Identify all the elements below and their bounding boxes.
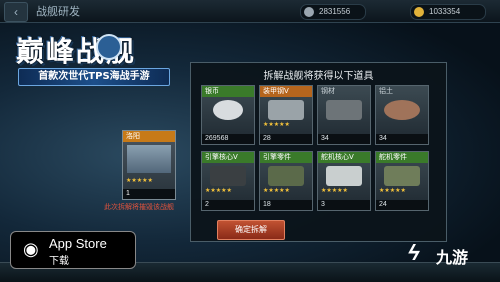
reward-item[interactable]: 舵机核心V ★★★★★ 3: [317, 151, 371, 211]
item-stars: ★★★★★: [205, 188, 232, 194]
page-title: 战舰研发: [36, 5, 80, 18]
download-label: 下载: [49, 256, 69, 267]
item-count: 18: [260, 200, 312, 210]
game-logo: 巅峰战舰 首款次世代TPS海战手游: [12, 30, 172, 90]
item-stars: ★★★★★: [321, 188, 348, 194]
anchor-emblem-icon: [96, 34, 122, 60]
item-name: 引擎零件: [260, 152, 312, 163]
gold-amount: 1033354: [429, 7, 461, 16]
reward-item[interactable]: 舵机零件 ★★★★★ 24: [375, 151, 429, 211]
silver-resource: 2831556: [300, 4, 366, 20]
steel-icon: [326, 100, 362, 120]
item-count: 3: [318, 200, 370, 210]
engine-part-icon: [268, 166, 304, 186]
app-store-badge[interactable]: ◉ App Store 下载: [10, 231, 136, 269]
item-name: 舵机核心V: [318, 152, 370, 163]
reward-item[interactable]: 引擎核心V ★★★★★ 2: [201, 151, 255, 211]
watermark-text: 九游: [436, 248, 469, 267]
item-count: 24: [376, 200, 428, 210]
app-store-label: App Store: [49, 236, 107, 251]
dialog-title: 拆解战舰将获得以下道具: [263, 71, 374, 82]
item-count: 34: [376, 134, 428, 144]
logo-subtitle: 首款次世代TPS海战手游: [18, 68, 170, 86]
dismantle-warning: 此次拆解将摧毁该战舰: [104, 203, 174, 211]
jiuyou-logo-icon: ϟ: [408, 240, 420, 265]
item-name: 银币: [202, 86, 254, 97]
reward-item[interactable]: 装甲钢V ★★★★★ 28: [259, 85, 313, 145]
watermark: ϟ 九游: [408, 238, 496, 268]
item-name: 舵机零件: [376, 152, 428, 163]
engine-core-icon: [210, 166, 246, 186]
bauxite-icon: [384, 100, 420, 120]
item-name: 引擎核心V: [202, 152, 254, 163]
ship-name: 洛阳: [123, 131, 175, 142]
reward-item[interactable]: 铝土 34: [375, 85, 429, 145]
item-stars: ★★★★★: [263, 122, 290, 128]
reward-item[interactable]: 钢材 34: [317, 85, 371, 145]
dismantle-dialog: 拆解战舰将获得以下道具 银币 269568 装甲钢V ★★★★★ 28 钢材 3…: [190, 62, 447, 242]
item-count: 2: [202, 200, 254, 210]
reward-item[interactable]: 引擎零件 ★★★★★ 18: [259, 151, 313, 211]
apple-icon: ◉: [23, 239, 39, 259]
gold-coin-icon: [414, 7, 424, 17]
item-name: 装甲钢V: [260, 86, 312, 97]
ship-card[interactable]: 洛阳 ★★★★★ 1: [122, 130, 176, 200]
ship-count: 1: [123, 189, 175, 199]
gold-resource: 1033354: [410, 4, 486, 20]
silver-coin-icon: [213, 100, 243, 120]
item-count: 28: [260, 134, 312, 144]
armor-steel-icon: [268, 100, 304, 120]
item-stars: ★★★★★: [263, 188, 290, 194]
ship-image: [127, 145, 171, 173]
silver-coin-icon: [304, 7, 314, 17]
ship-stars: ★★★★★: [126, 178, 153, 184]
rudder-part-icon: [384, 166, 420, 186]
reward-item[interactable]: 银币 269568: [201, 85, 255, 145]
item-stars: ★★★★★: [379, 188, 406, 194]
item-name: 铝土: [379, 87, 393, 95]
back-button[interactable]: ‹: [4, 2, 28, 22]
item-name: 钢材: [321, 87, 335, 95]
item-count: 34: [318, 134, 370, 144]
silver-amount: 2831556: [319, 7, 351, 16]
item-count: 269568: [202, 134, 254, 144]
confirm-dismantle-button[interactable]: 确定拆解: [217, 220, 285, 240]
rudder-core-icon: [326, 166, 362, 186]
top-bar: ‹ 战舰研发 2831556 1033354: [0, 0, 500, 23]
